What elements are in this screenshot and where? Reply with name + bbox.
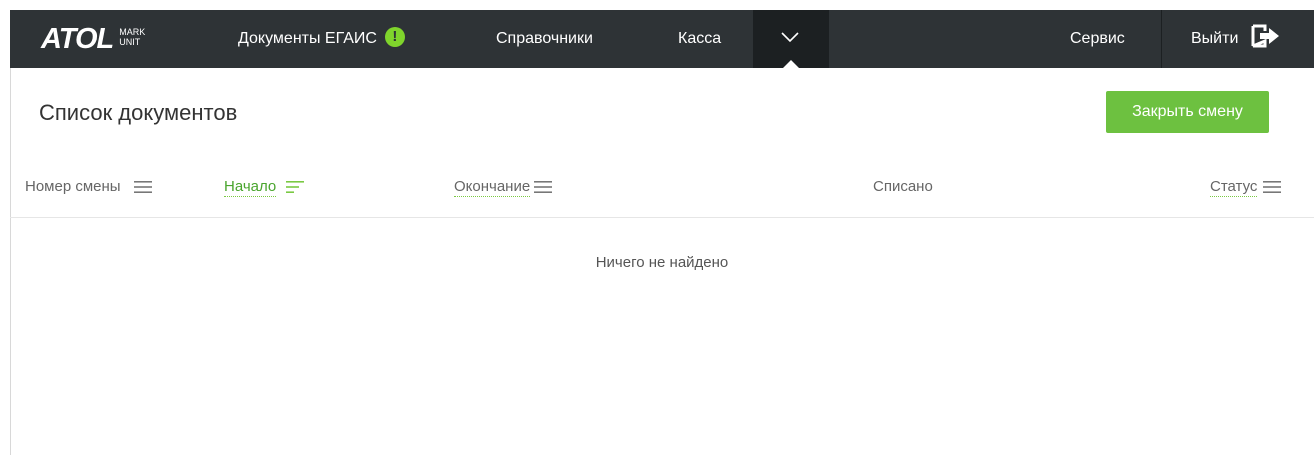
- column-header-start[interactable]: Начало: [224, 174, 305, 200]
- nav-divider: [1161, 10, 1162, 68]
- nav-more-dropdown[interactable]: [753, 10, 829, 68]
- nav-cash-register-label: Касса: [678, 30, 722, 47]
- alert-badge: !: [384, 26, 405, 47]
- nav-service-label: Сервис: [1070, 30, 1125, 47]
- column-header-end[interactable]: Окончание: [454, 174, 553, 200]
- chevron-down-icon: [781, 32, 799, 43]
- nav-references[interactable]: Справочники: [496, 10, 593, 68]
- nav-references-label: Справочники: [496, 30, 593, 47]
- column-header-status-label: Статус: [1210, 177, 1258, 197]
- menu-icon[interactable]: [534, 180, 553, 194]
- top-navbar: ATOL MARK UNIT Документы ЕГАИС! Справочн…: [10, 10, 1314, 68]
- column-header-written-off-label: Списано: [873, 178, 933, 195]
- empty-state-message: Ничего не найдено: [595, 254, 729, 271]
- atol-logo[interactable]: ATOL MARK UNIT: [41, 24, 145, 54]
- close-shift-button[interactable]: Закрыть смену: [1106, 91, 1269, 133]
- nav-egais-documents[interactable]: Документы ЕГАИС!: [238, 10, 405, 68]
- nav-egais-documents-label: Документы ЕГАИС: [238, 30, 377, 47]
- app-frame: ATOL MARK UNIT Документы ЕГАИС! Справочн…: [10, 10, 1314, 455]
- logo-sub-line1: MARK: [119, 27, 146, 37]
- column-header-start-label: Начало: [224, 177, 277, 197]
- logout-label: Выйти: [1191, 30, 1239, 47]
- sort-icon[interactable]: [286, 180, 305, 194]
- logout-button[interactable]: Выйти: [1191, 10, 1281, 68]
- column-header-end-label: Окончание: [454, 177, 531, 197]
- logo-sub-line2: UNIT: [119, 37, 141, 47]
- column-header-shift-number-label: Номер смены: [25, 178, 121, 195]
- page-title: Список документов: [39, 100, 238, 125]
- logo-wordmark: ATOL: [41, 23, 114, 55]
- menu-icon[interactable]: [133, 180, 152, 194]
- table-header-divider: [10, 217, 1314, 218]
- logo-subtitle: MARK UNIT: [119, 27, 145, 47]
- menu-icon[interactable]: [1263, 180, 1282, 194]
- dropdown-pointer: [783, 60, 799, 68]
- logout-icon: [1251, 24, 1279, 48]
- column-header-status[interactable]: Статус: [1210, 174, 1282, 200]
- nav-cash-register[interactable]: Касса: [678, 10, 721, 68]
- column-header-shift-number[interactable]: Номер смены: [25, 174, 152, 200]
- nav-service[interactable]: Сервис: [1070, 10, 1125, 68]
- column-header-written-off: Списано: [873, 174, 933, 200]
